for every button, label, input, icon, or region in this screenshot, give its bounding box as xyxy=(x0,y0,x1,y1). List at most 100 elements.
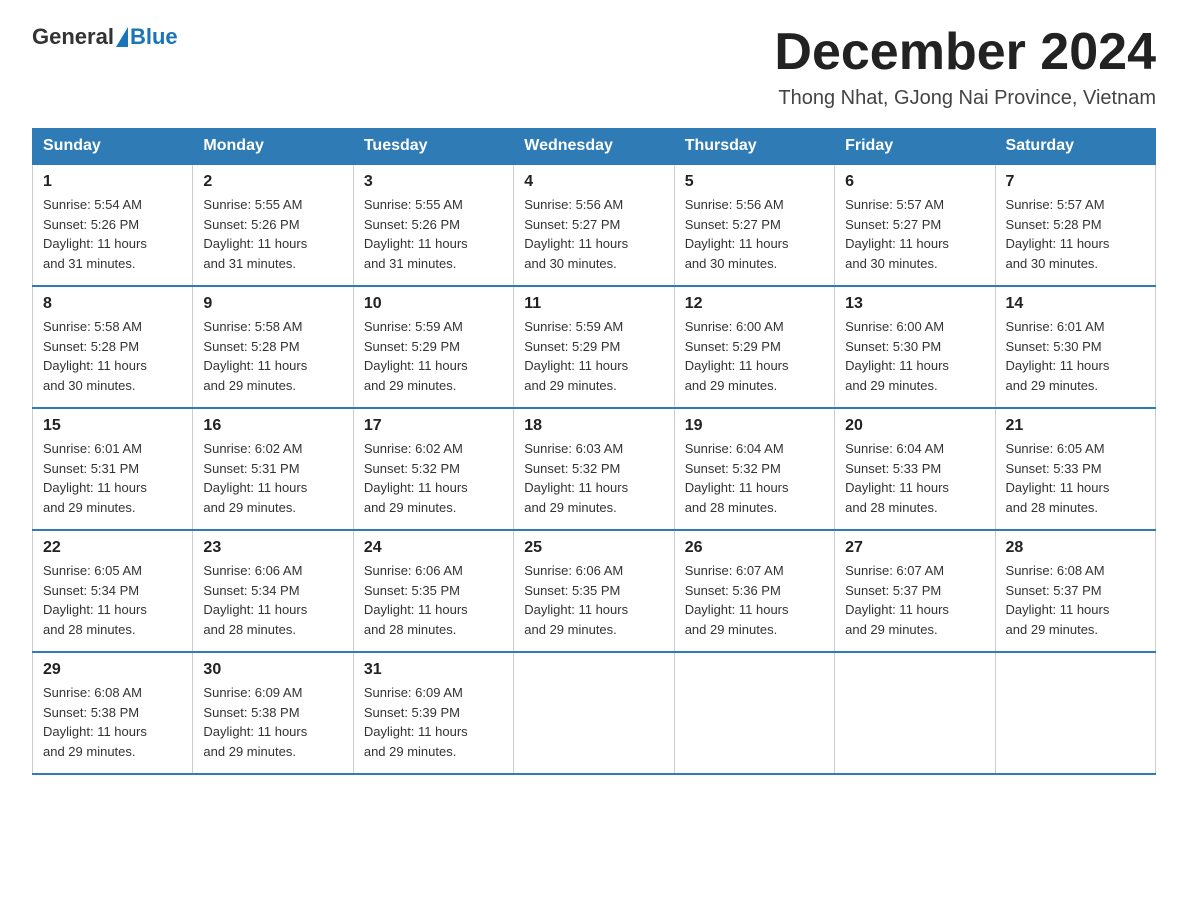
calendar-cell: 20 Sunrise: 6:04 AMSunset: 5:33 PMDayligh… xyxy=(835,408,995,530)
calendar-cell xyxy=(674,652,834,774)
calendar-cell: 19Sunrise: 6:04 AMSunset: 5:32 PMDayligh… xyxy=(674,408,834,530)
day-info: Sunrise: 5:55 AMSunset: 5:26 PMDaylight:… xyxy=(364,195,503,273)
calendar-cell: 25Sunrise: 6:06 AMSunset: 5:35 PMDayligh… xyxy=(514,530,674,652)
calendar-cell xyxy=(835,652,995,774)
calendar-cell: 10Sunrise: 5:59 AMSunset: 5:29 PMDayligh… xyxy=(353,286,513,408)
day-info: Sunrise: 6:04 AMSunset: 5:32 PMDaylight:… xyxy=(685,439,824,517)
day-info: Sunrise: 5:57 AMSunset: 5:28 PMDaylight:… xyxy=(1006,195,1145,273)
day-info: Sunrise: 6:02 AMSunset: 5:32 PMDaylight:… xyxy=(364,439,503,517)
day-number: 23 xyxy=(203,539,342,557)
calendar-subtitle: Thong Nhat, GJong Nai Province, Vietnam xyxy=(774,87,1156,110)
col-header-wednesday: Wednesday xyxy=(514,129,674,165)
day-number: 15 xyxy=(43,417,182,435)
day-number: 18 xyxy=(524,417,663,435)
day-number: 25 xyxy=(524,539,663,557)
col-header-sunday: Sunday xyxy=(33,129,193,165)
day-info: Sunrise: 6:08 AMSunset: 5:37 PMDaylight:… xyxy=(1006,561,1145,639)
day-info: Sunrise: 6:03 AMSunset: 5:32 PMDaylight:… xyxy=(524,439,663,517)
logo-triangle-icon xyxy=(116,27,128,47)
calendar-cell: 14 Sunrise: 6:01 AMSunset: 5:30 PMDayligh… xyxy=(995,286,1155,408)
col-header-monday: Monday xyxy=(193,129,353,165)
day-number: 22 xyxy=(43,539,182,557)
calendar-cell: 26Sunrise: 6:07 AMSunset: 5:36 PMDayligh… xyxy=(674,530,834,652)
calendar-cell: 29Sunrise: 6:08 AMSunset: 5:38 PMDayligh… xyxy=(33,652,193,774)
day-number: 29 xyxy=(43,661,182,679)
day-number: 5 xyxy=(685,173,824,191)
calendar-cell xyxy=(514,652,674,774)
day-number: 27 xyxy=(845,539,984,557)
day-number: 12 xyxy=(685,295,824,313)
calendar-cell: 16 Sunrise: 6:02 AMSunset: 5:31 PMDayligh… xyxy=(193,408,353,530)
day-number: 14 xyxy=(1006,295,1145,313)
calendar-cell: 1 Sunrise: 5:54 AMSunset: 5:26 PMDaylight… xyxy=(33,164,193,286)
calendar-cell: 24Sunrise: 6:06 AMSunset: 5:35 PMDayligh… xyxy=(353,530,513,652)
day-number: 10 xyxy=(364,295,503,313)
calendar-cell: 27Sunrise: 6:07 AMSunset: 5:37 PMDayligh… xyxy=(835,530,995,652)
day-number: 6 xyxy=(845,173,984,191)
day-info: Sunrise: 6:09 AMSunset: 5:39 PMDaylight:… xyxy=(364,683,503,761)
day-info: Sunrise: 5:58 AMSunset: 5:28 PMDaylight:… xyxy=(203,317,342,395)
day-info: Sunrise: 5:57 AMSunset: 5:27 PMDaylight:… xyxy=(845,195,984,273)
calendar-cell: 18 Sunrise: 6:03 AMSunset: 5:32 PMDayligh… xyxy=(514,408,674,530)
calendar-cell: 17 Sunrise: 6:02 AMSunset: 5:32 PMDayligh… xyxy=(353,408,513,530)
day-info: Sunrise: 6:05 AMSunset: 5:33 PMDaylight:… xyxy=(1006,439,1145,517)
calendar-cell: 8 Sunrise: 5:58 AMSunset: 5:28 PMDaylight… xyxy=(33,286,193,408)
day-number: 20 xyxy=(845,417,984,435)
day-info: Sunrise: 5:59 AMSunset: 5:29 PMDaylight:… xyxy=(524,317,663,395)
week-row-2: 8 Sunrise: 5:58 AMSunset: 5:28 PMDaylight… xyxy=(33,286,1156,408)
day-number: 3 xyxy=(364,173,503,191)
day-info: Sunrise: 6:06 AMSunset: 5:34 PMDaylight:… xyxy=(203,561,342,639)
title-block: December 2024 Thong Nhat, GJong Nai Prov… xyxy=(774,24,1156,110)
logo-general-text: General xyxy=(32,24,114,50)
calendar-title: December 2024 xyxy=(774,24,1156,81)
calendar-cell xyxy=(995,652,1155,774)
day-info: Sunrise: 6:09 AMSunset: 5:38 PMDaylight:… xyxy=(203,683,342,761)
day-number: 8 xyxy=(43,295,182,313)
day-info: Sunrise: 5:56 AMSunset: 5:27 PMDaylight:… xyxy=(524,195,663,273)
calendar-cell: 30Sunrise: 6:09 AMSunset: 5:38 PMDayligh… xyxy=(193,652,353,774)
day-number: 11 xyxy=(524,295,663,313)
day-info: Sunrise: 6:02 AMSunset: 5:31 PMDaylight:… xyxy=(203,439,342,517)
day-info: Sunrise: 6:01 AMSunset: 5:30 PMDaylight:… xyxy=(1006,317,1145,395)
day-number: 9 xyxy=(203,295,342,313)
calendar-cell: 4 Sunrise: 5:56 AMSunset: 5:27 PMDaylight… xyxy=(514,164,674,286)
calendar-cell: 28 Sunrise: 6:08 AMSunset: 5:37 PMDayligh… xyxy=(995,530,1155,652)
day-info: Sunrise: 6:04 AMSunset: 5:33 PMDaylight:… xyxy=(845,439,984,517)
day-number: 7 xyxy=(1006,173,1145,191)
day-info: Sunrise: 5:58 AMSunset: 5:28 PMDaylight:… xyxy=(43,317,182,395)
col-header-thursday: Thursday xyxy=(674,129,834,165)
day-info: Sunrise: 5:55 AMSunset: 5:26 PMDaylight:… xyxy=(203,195,342,273)
col-header-saturday: Saturday xyxy=(995,129,1155,165)
week-row-1: 1 Sunrise: 5:54 AMSunset: 5:26 PMDaylight… xyxy=(33,164,1156,286)
day-info: Sunrise: 6:01 AMSunset: 5:31 PMDaylight:… xyxy=(43,439,182,517)
day-info: Sunrise: 6:00 AMSunset: 5:30 PMDaylight:… xyxy=(845,317,984,395)
calendar-cell: 13Sunrise: 6:00 AMSunset: 5:30 PMDayligh… xyxy=(835,286,995,408)
day-number: 26 xyxy=(685,539,824,557)
day-number: 28 xyxy=(1006,539,1145,557)
logo-blue-text: Blue xyxy=(130,24,178,50)
day-info: Sunrise: 5:54 AMSunset: 5:26 PMDaylight:… xyxy=(43,195,182,273)
week-row-5: 29Sunrise: 6:08 AMSunset: 5:38 PMDayligh… xyxy=(33,652,1156,774)
day-info: Sunrise: 5:56 AMSunset: 5:27 PMDaylight:… xyxy=(685,195,824,273)
day-number: 4 xyxy=(524,173,663,191)
page-header: General Blue December 2024 Thong Nhat, G… xyxy=(32,24,1156,110)
calendar-cell: 7 Sunrise: 5:57 AMSunset: 5:28 PMDaylight… xyxy=(995,164,1155,286)
day-number: 16 xyxy=(203,417,342,435)
day-number: 24 xyxy=(364,539,503,557)
calendar-cell: 15 Sunrise: 6:01 AMSunset: 5:31 PMDayligh… xyxy=(33,408,193,530)
logo: General Blue xyxy=(32,24,178,50)
calendar-cell: 2Sunrise: 5:55 AMSunset: 5:26 PMDaylight… xyxy=(193,164,353,286)
calendar-cell: 21 Sunrise: 6:05 AMSunset: 5:33 PMDayligh… xyxy=(995,408,1155,530)
calendar-cell: 9 Sunrise: 5:58 AMSunset: 5:28 PMDaylight… xyxy=(193,286,353,408)
calendar-cell: 6 Sunrise: 5:57 AMSunset: 5:27 PMDaylight… xyxy=(835,164,995,286)
day-number: 17 xyxy=(364,417,503,435)
calendar-cell: 23 Sunrise: 6:06 AMSunset: 5:34 PMDayligh… xyxy=(193,530,353,652)
day-number: 1 xyxy=(43,173,182,191)
calendar-cell: 3 Sunrise: 5:55 AMSunset: 5:26 PMDaylight… xyxy=(353,164,513,286)
calendar-cell: 22 Sunrise: 6:05 AMSunset: 5:34 PMDayligh… xyxy=(33,530,193,652)
week-row-3: 15 Sunrise: 6:01 AMSunset: 5:31 PMDayligh… xyxy=(33,408,1156,530)
day-number: 21 xyxy=(1006,417,1145,435)
day-number: 31 xyxy=(364,661,503,679)
day-info: Sunrise: 6:05 AMSunset: 5:34 PMDaylight:… xyxy=(43,561,182,639)
col-header-tuesday: Tuesday xyxy=(353,129,513,165)
